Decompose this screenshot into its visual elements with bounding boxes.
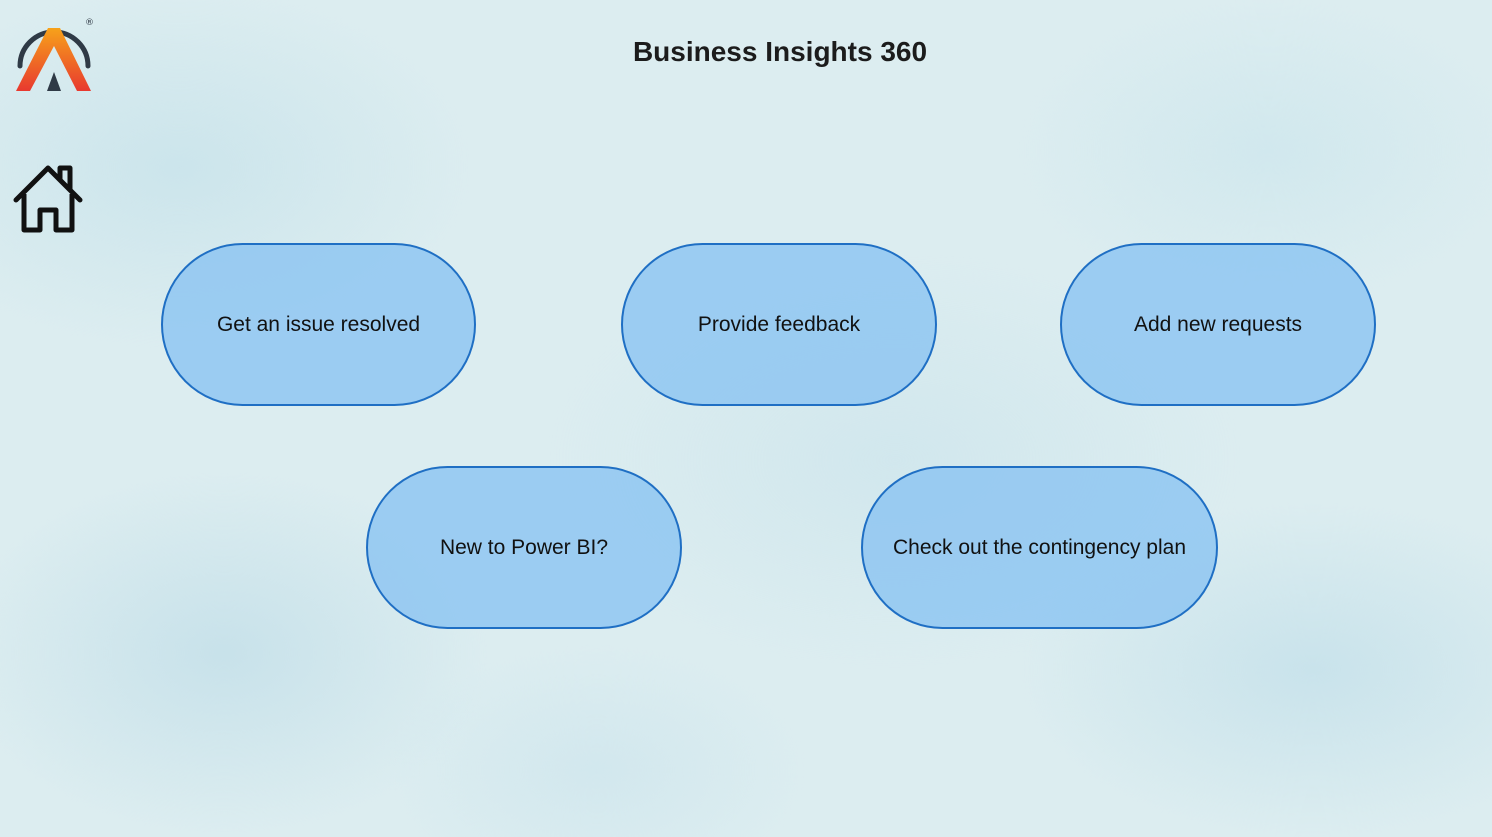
button-label: Get an issue resolved [216,312,421,336]
button-label: Check out the contingency plan [892,535,1187,559]
home-icon [13,165,83,233]
new-to-power-bi-button[interactable]: New to Power BI? [366,466,682,629]
page-title: Business Insights 360 [632,36,928,67]
provide-feedback-button[interactable]: Provide feedback [621,243,937,406]
contingency-plan-button[interactable]: Check out the contingency plan [861,466,1218,629]
button-label: New to Power BI? [439,535,609,559]
button-label: Add new requests [1133,312,1303,336]
home-button[interactable] [12,162,84,236]
get-issue-resolved-button[interactable]: Get an issue resolved [161,243,476,406]
button-label: Provide feedback [697,312,861,336]
add-new-requests-button[interactable]: Add new requests [1060,243,1376,406]
registered-mark: ® [85,18,94,28]
